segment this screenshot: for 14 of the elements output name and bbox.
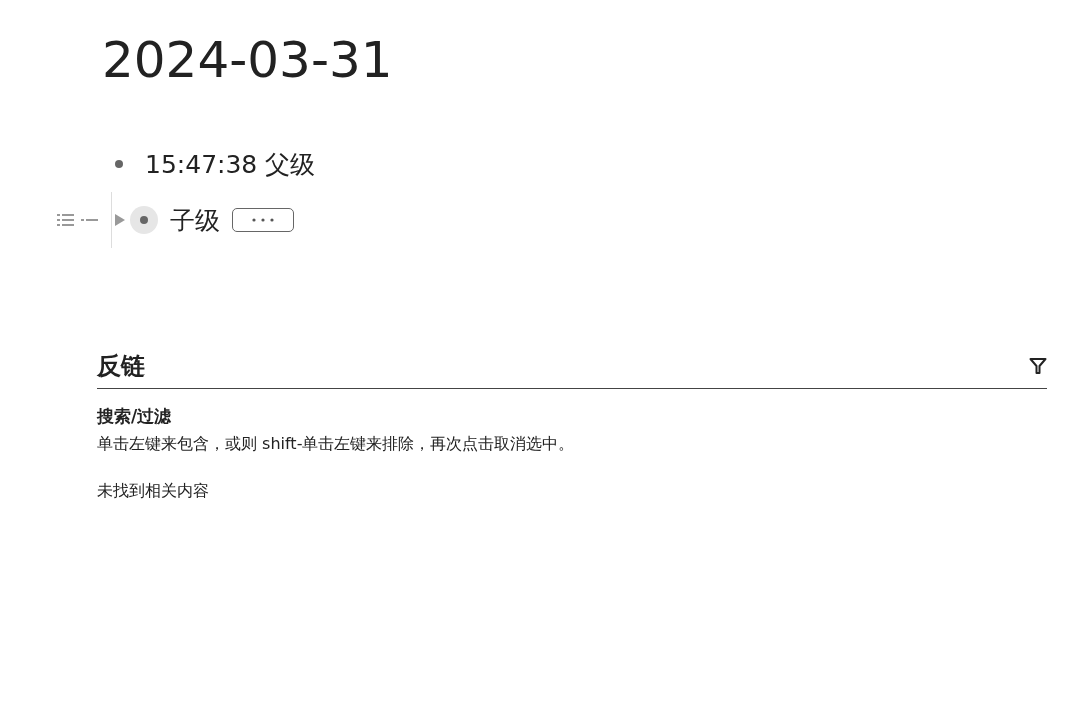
empty-message: 未找到相关内容 [97, 481, 210, 502]
expand-arrow-icon[interactable] [115, 214, 125, 226]
block-text: 子级 [170, 204, 220, 237]
dash-icon[interactable] [81, 218, 99, 222]
section-title: 反链 [97, 351, 145, 382]
more-button[interactable] [232, 208, 294, 232]
block-text: 15:47:38 父级 [145, 148, 316, 181]
filter-icon[interactable] [1029, 357, 1047, 375]
dots-icon [251, 218, 275, 222]
list-icon[interactable] [57, 213, 75, 227]
filter-hint: 单击左键来包含，或则 shift-单击左键来排除，再次点击取消选中。 [97, 434, 576, 455]
filter-heading: 搜索/过滤 [97, 405, 173, 428]
page-title: 2024-03-31 [102, 30, 394, 91]
bullet[interactable] [130, 206, 158, 234]
